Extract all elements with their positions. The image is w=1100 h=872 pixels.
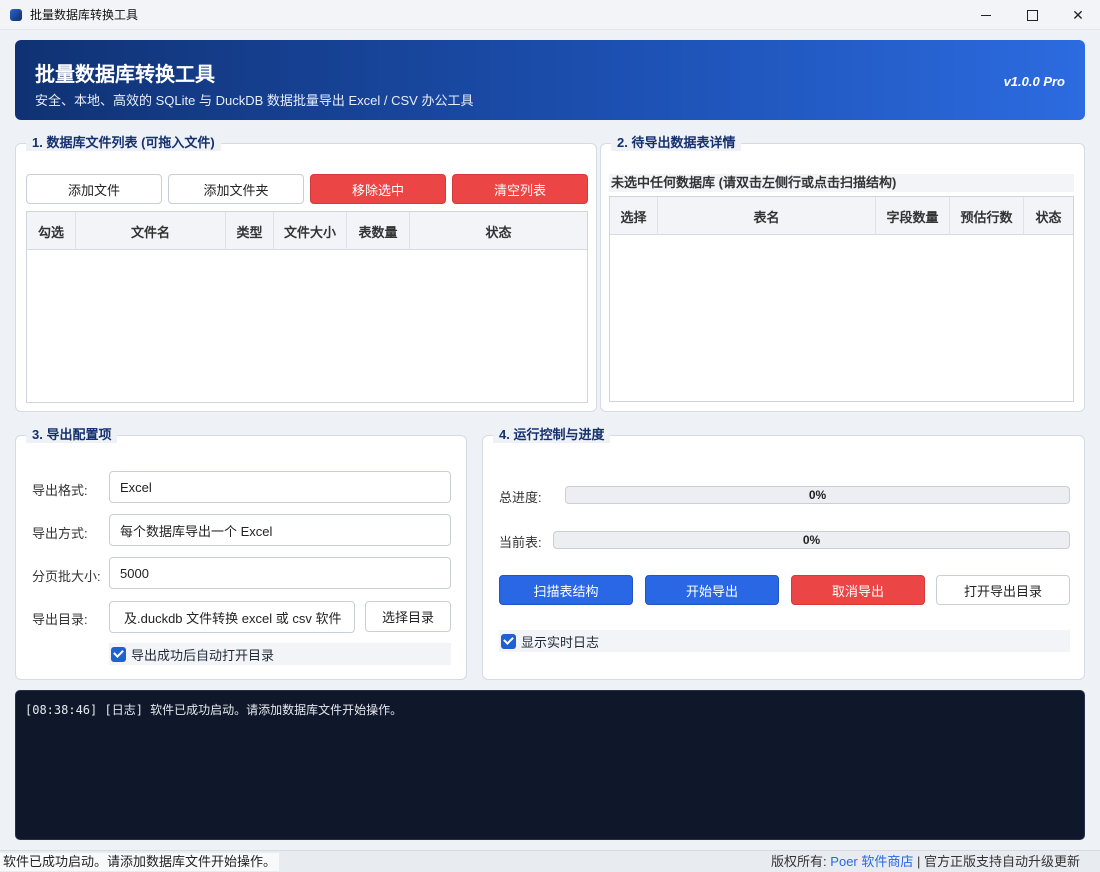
table-details-panel: 2. 待导出数据表详情 未选中任何数据库 (请双击左侧行或点击扫描结构) 选择 … bbox=[600, 135, 1085, 412]
app-subtitle: 安全、本地、高效的 SQLite 与 DuckDB 数据批量导出 Excel /… bbox=[35, 93, 474, 108]
total-progress-label: 总进度: bbox=[499, 490, 542, 505]
mode-label: 导出方式: bbox=[32, 526, 88, 541]
auto-open-checkbox-row[interactable]: 导出成功后自动打开目录 bbox=[109, 643, 451, 665]
table-details-title: 2. 待导出数据表详情 bbox=[611, 135, 742, 151]
column-header-row-estimate[interactable]: 预估行数 bbox=[950, 197, 1024, 235]
log-line: [08:38:46] [日志] 软件已成功启动。请添加数据库文件开始操作。 bbox=[25, 703, 403, 717]
selection-notice: 未选中任何数据库 (请双击左侧行或点击扫描结构) bbox=[609, 174, 1074, 192]
copyright-prefix: 版权所有: bbox=[771, 854, 827, 869]
current-table-label: 当前表: bbox=[499, 535, 542, 550]
store-link[interactable]: Poer 软件商店 bbox=[830, 854, 913, 869]
remove-selected-button[interactable]: 移除选中 bbox=[310, 174, 446, 204]
batch-size-input[interactable]: 5000 bbox=[109, 557, 451, 589]
copyright-suffix: | 官方正版支持自动升级更新 bbox=[917, 854, 1080, 869]
total-progress-text: 0% bbox=[808, 488, 827, 502]
start-export-button[interactable]: 开始导出 bbox=[645, 575, 779, 605]
app-icon bbox=[10, 8, 22, 21]
auto-open-checkbox[interactable] bbox=[111, 646, 126, 662]
auto-open-label: 导出成功后自动打开目录 bbox=[131, 647, 275, 663]
run-control-panel: 4. 运行控制与进度 总进度: 0% 当前表: 0% 扫描表结构 开始导出 取消… bbox=[482, 427, 1085, 680]
maximize-icon[interactable] bbox=[1009, 0, 1055, 30]
column-header-table-count[interactable]: 表数量 bbox=[347, 212, 410, 250]
window-titlebar: 批量数据库转换工具 ✕ bbox=[0, 0, 1100, 30]
export-config-title: 3. 导出配置项 bbox=[26, 427, 118, 443]
header-banner: 批量数据库转换工具 安全、本地、高效的 SQLite 与 DuckDB 数据批量… bbox=[15, 40, 1085, 120]
column-header-filesize[interactable]: 文件大小 bbox=[274, 212, 347, 250]
export-dir-label: 导出目录: bbox=[32, 612, 88, 627]
column-header-field-count[interactable]: 字段数量 bbox=[876, 197, 950, 235]
column-header-table-name[interactable]: 表名 bbox=[658, 197, 876, 235]
app-title: 批量数据库转换工具 bbox=[35, 64, 215, 86]
copyright-info: 版权所有: Poer 软件商店 | 官方正版支持自动升级更新 bbox=[771, 853, 1080, 871]
scan-structure-button[interactable]: 扫描表结构 bbox=[499, 575, 633, 605]
export-table-list[interactable]: 选择 表名 字段数量 预估行数 状态 bbox=[609, 196, 1074, 402]
format-select[interactable]: Excel bbox=[109, 471, 451, 503]
version-label: v1.0.0 Pro bbox=[1003, 74, 1065, 89]
open-export-dir-button[interactable]: 打开导出目录 bbox=[936, 575, 1070, 605]
file-table[interactable]: 勾选 文件名 类型 文件大小 表数量 状态 bbox=[26, 211, 588, 403]
choose-dir-button[interactable]: 选择目录 bbox=[365, 601, 451, 632]
current-progress-text: 0% bbox=[802, 533, 821, 547]
column-header-check[interactable]: 勾选 bbox=[27, 212, 76, 250]
close-icon[interactable]: ✕ bbox=[1055, 0, 1100, 30]
status-bar: 软件已成功启动。请添加数据库文件开始操作。 版权所有: Poer 软件商店 | … bbox=[0, 850, 1100, 872]
column-header-table-status[interactable]: 状态 bbox=[1024, 197, 1073, 235]
batch-size-label: 分页批大小: bbox=[32, 569, 101, 584]
export-config-panel: 3. 导出配置项 导出格式: Excel 导出方式: 每个数据库导出一个 Exc… bbox=[15, 427, 467, 680]
status-message: 软件已成功启动。请添加数据库文件开始操作。 bbox=[0, 853, 280, 871]
show-log-checkbox-row[interactable]: 显示实时日志 bbox=[499, 630, 1070, 652]
clear-list-button[interactable]: 清空列表 bbox=[452, 174, 588, 204]
show-log-label: 显示实时日志 bbox=[521, 634, 600, 650]
file-table-header: 勾选 文件名 类型 文件大小 表数量 状态 bbox=[27, 212, 587, 250]
window-title: 批量数据库转换工具 bbox=[30, 8, 139, 22]
run-control-title: 4. 运行控制与进度 bbox=[493, 427, 611, 443]
add-folder-button[interactable]: 添加文件夹 bbox=[168, 174, 304, 204]
column-header-select[interactable]: 选择 bbox=[610, 197, 658, 235]
column-header-status[interactable]: 状态 bbox=[410, 212, 587, 250]
show-log-checkbox[interactable] bbox=[501, 633, 516, 649]
format-label: 导出格式: bbox=[32, 483, 88, 498]
minimize-icon[interactable] bbox=[963, 0, 1009, 30]
file-list-panel: 1. 数据库文件列表 (可拖入文件) 添加文件 添加文件夹 移除选中 清空列表 … bbox=[15, 135, 597, 412]
log-console[interactable]: [08:38:46] [日志] 软件已成功启动。请添加数据库文件开始操作。 bbox=[15, 690, 1085, 840]
file-list-title: 1. 数据库文件列表 (可拖入文件) bbox=[26, 135, 221, 151]
add-file-button[interactable]: 添加文件 bbox=[26, 174, 162, 204]
export-dir-input[interactable]: 及.duckdb 文件转换 excel 或 csv 软件 bbox=[109, 601, 355, 633]
mode-select[interactable]: 每个数据库导出一个 Excel bbox=[109, 514, 451, 546]
export-table-header: 选择 表名 字段数量 预估行数 状态 bbox=[610, 197, 1073, 235]
column-header-type[interactable]: 类型 bbox=[226, 212, 274, 250]
cancel-export-button[interactable]: 取消导出 bbox=[791, 575, 925, 605]
total-progress-bar: 0% bbox=[565, 486, 1070, 504]
current-progress-bar: 0% bbox=[553, 531, 1070, 549]
column-header-filename[interactable]: 文件名 bbox=[76, 212, 226, 250]
